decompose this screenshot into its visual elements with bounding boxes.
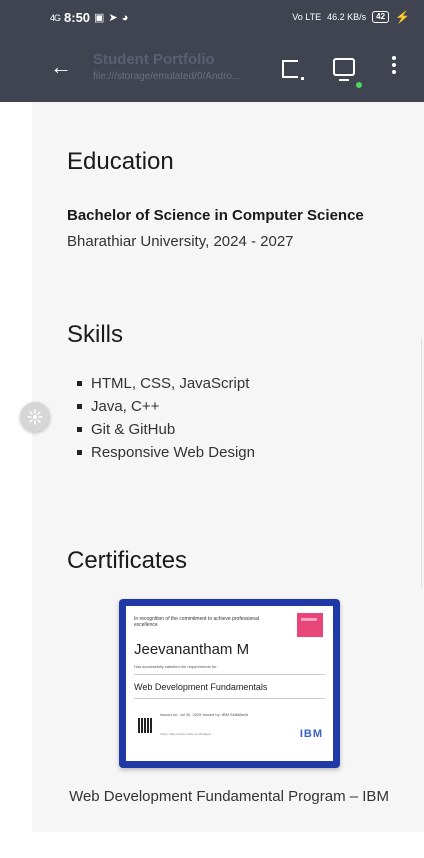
certificate-image[interactable]: In recognition of the commitment to achi… bbox=[119, 599, 340, 768]
skill-item: Java, C++ bbox=[77, 395, 255, 418]
skills-list: HTML, CSS, JavaScript Java, C++ Git & Gi… bbox=[77, 372, 255, 464]
scrollbar[interactable] bbox=[421, 338, 422, 588]
ibm-logo: IBM bbox=[299, 728, 323, 740]
certificate-body: In recognition of the commitment to achi… bbox=[126, 606, 333, 761]
app-notification-icon: ◕ bbox=[121, 11, 129, 24]
education-heading: Education bbox=[67, 148, 174, 175]
certificate-requirements: Has successfully satisfied the requireme… bbox=[134, 664, 218, 669]
certificate-recognition: In recognition of the commitment to achi… bbox=[134, 616, 260, 628]
certificate-recipient: Jeevanantham M bbox=[134, 641, 250, 658]
clock: 8:50 bbox=[64, 10, 91, 25]
navigation-notification-icon: ➤ bbox=[108, 12, 118, 24]
volte-indicator: Vo LTE bbox=[292, 12, 322, 22]
sparkle-icon bbox=[27, 409, 43, 425]
title-block: Student Portfolio file:///storage/emulat… bbox=[93, 51, 263, 82]
gallery-notification-icon: ▣ bbox=[94, 12, 105, 24]
school-text: Bharathiar University, 2024 - 2027 bbox=[67, 233, 294, 250]
page-url: file:///storage/emulated/0/Andro... bbox=[93, 71, 241, 82]
signal-icon: 4G bbox=[50, 12, 61, 23]
status-bar: 4G 8:50 ▣ ➤ ◕ Vo LTE 46.2 KB/s 42 ⚡ bbox=[0, 0, 424, 36]
status-dot-icon bbox=[356, 82, 362, 88]
certificate-caption: Web Development Fundamental Program – IB… bbox=[69, 788, 389, 805]
certificate-issued: Issued on: Jul 30, 2025 Issued by: IBM S… bbox=[160, 712, 249, 717]
charging-icon: ⚡ bbox=[395, 10, 410, 24]
certificate-verify: Verify: https://www.credly.com/badges/..… bbox=[160, 732, 214, 736]
device-icon[interactable] bbox=[333, 58, 355, 81]
app-bar: ← Student Portfolio file:///storage/emul… bbox=[0, 36, 424, 102]
skill-item: Responsive Web Design bbox=[77, 441, 255, 464]
battery-icon: 42 bbox=[372, 11, 390, 23]
divider bbox=[134, 674, 325, 675]
certificates-heading: Certificates bbox=[67, 547, 188, 574]
certificate-course: Web Development Fundamentals bbox=[134, 682, 268, 692]
back-arrow-icon[interactable]: ← bbox=[50, 54, 72, 80]
qr-code-icon bbox=[138, 718, 153, 733]
skill-item: HTML, CSS, JavaScript bbox=[77, 372, 255, 395]
more-options-icon[interactable] bbox=[392, 56, 396, 74]
network-speed: 46.2 KB/s bbox=[327, 12, 367, 22]
divider bbox=[134, 698, 325, 699]
page-title: Student Portfolio bbox=[93, 51, 215, 68]
skills-heading: Skills bbox=[67, 321, 124, 348]
tabs-icon[interactable] bbox=[282, 60, 304, 80]
floating-assistant-button[interactable] bbox=[20, 402, 50, 432]
badge-icon bbox=[297, 613, 323, 637]
degree-text: Bachelor of Science in Computer Science bbox=[67, 207, 364, 224]
skill-item: Git & GitHub bbox=[77, 418, 255, 441]
